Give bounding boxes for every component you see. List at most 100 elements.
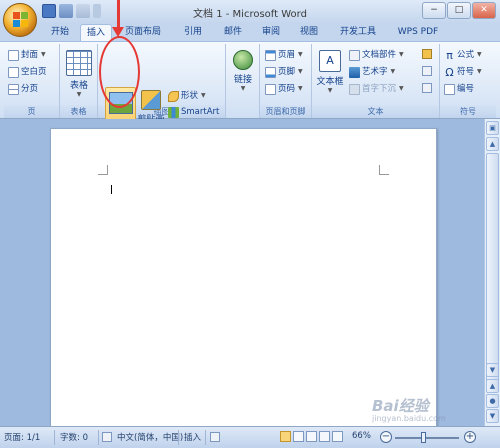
tab-references[interactable]: 引用 [178,24,208,41]
baidu-jingyan-watermark: Bai经验 jingyan.baidu.com [372,397,446,423]
tab-review[interactable]: 审阅 [256,24,286,41]
smartart-icon [168,106,179,118]
cover-page-icon [8,49,19,61]
tab-home[interactable]: 开始 [44,24,76,41]
cover-page-button[interactable]: 封面 ▼ [8,48,46,62]
numbering-icon [444,83,455,95]
wordart-button[interactable]: 艺术字 ▼ [349,65,395,79]
group-text: A 文本框 ▼ 文档部件 ▼ 艺术字 ▼ 首字下沉 ▼ 文本 [312,44,440,118]
picture-icon [109,92,133,114]
group-header-footer: 页眉 ▼ 页脚 ▼ 页码 ▼ 页眉和页脚 [260,44,312,118]
blank-page-icon [8,66,19,78]
scroll-up-button[interactable]: ▲ [486,137,499,151]
office-logo-icon [13,12,29,28]
tab-developer[interactable]: 开发工具 [333,24,383,41]
symbol-button[interactable]: Ω 符号 ▼ [444,65,481,79]
document-area [0,119,484,428]
equation-button[interactable]: π 公式 ▼ [444,48,481,62]
outline-view-icon[interactable] [319,431,330,442]
annotation-arrow-head [112,27,124,37]
web-layout-view-icon[interactable] [306,431,317,442]
next-page-button[interactable]: ▼ [486,409,499,423]
zoom-slider-thumb[interactable] [421,432,426,443]
window-controls: − □ ✕ [422,2,496,19]
numbering-button[interactable]: 编号 [444,82,474,96]
header-button[interactable]: 页眉 ▼ [265,48,303,62]
ribbon-tabs: 开始 插入 页面布局 引用 邮件 审阅 视图 开发工具 WPS PDF ? [0,23,500,62]
quick-parts-button[interactable]: 文档部件 ▼ [349,48,404,62]
page-number-icon [265,83,276,95]
minimize-button[interactable]: − [422,2,446,19]
group-label-header-footer: 页眉和页脚 [260,105,311,118]
textbox-icon: A [319,50,341,72]
margin-corner-top-right [379,165,389,175]
wordart-icon [349,66,360,78]
tab-mailings[interactable]: 邮件 [218,24,248,41]
group-label-text: 文本 [312,105,439,118]
margin-corner-top-left [98,165,108,175]
insert-mode[interactable]: 插入 [184,431,201,443]
date-time-icon[interactable] [422,66,432,76]
pi-icon: π [446,48,453,62]
group-pages: 封面 ▼ 空白页 分页 页 [4,44,60,118]
zoom-slider-track[interactable] [395,437,459,439]
text-cursor [111,185,112,194]
scroll-thumb[interactable] [486,153,499,388]
header-icon [265,49,276,61]
page-break-button[interactable]: 分页 [8,82,38,96]
annotation-arrow [117,0,120,30]
previous-page-button[interactable]: ▲ [486,379,499,393]
proofing-icon[interactable] [102,432,112,442]
word-count[interactable]: 字数: 0 [60,431,88,443]
omega-icon: Ω [445,65,454,79]
ribbon: 封面▼ 空白页 分页 页 表格 ▼ 表格 插图 图片 剪贴画 形状▼ [0,41,500,137]
zoom-in-button[interactable]: + [464,431,476,443]
full-screen-reading-view-icon[interactable] [293,431,304,442]
language-indicator[interactable]: 中文(简体，中国) [117,431,183,443]
title-bar: 文档 1 - Microsoft Word − □ ✕ [0,0,500,23]
dropcap-icon [349,83,360,95]
footer-icon [265,66,276,78]
group-tables: 表格 ▼ 表格 [60,44,98,118]
quick-parts-icon [349,49,360,61]
zoom-out-button[interactable]: − [380,431,392,443]
signature-line-icon[interactable] [422,49,432,59]
zoom-level[interactable]: 66% [352,431,371,441]
ruler-toggle-icon[interactable]: ▣ [486,121,499,135]
shapes-icon [168,90,179,102]
draft-view-icon[interactable] [332,431,343,442]
page-break-icon [8,83,19,95]
maximize-button[interactable]: □ [447,2,471,19]
scroll-down-button[interactable]: ▼ [486,363,499,377]
select-browse-object-button[interactable]: ● [486,394,499,408]
tab-wps-pdf[interactable]: WPS PDF [392,24,444,41]
object-icon[interactable] [422,83,432,93]
close-button[interactable]: ✕ [472,2,496,19]
dropcap-button[interactable]: 首字下沉 ▼ [349,82,404,96]
status-bar: 页面: 1/1 字数: 0 中文(简体，中国) 插入 66% − + [0,426,500,448]
blank-page-button[interactable]: 空白页 [8,65,47,79]
group-label-tables: 表格 [60,105,97,118]
table-icon [66,50,92,76]
group-label-symbols: 符号 [440,105,496,118]
page-count[interactable]: 页面: 1/1 [4,431,40,443]
office-button[interactable] [3,3,37,37]
table-button[interactable]: 表格 ▼ [64,50,94,99]
shapes-button[interactable]: 形状 ▼ [168,89,206,103]
tab-page-layout[interactable]: 页面布局 [118,24,168,41]
macro-record-icon[interactable] [210,432,220,442]
globe-link-icon [233,50,253,70]
tab-insert[interactable]: 插入 [80,24,112,41]
clipart-icon [141,90,161,110]
page-number-button[interactable]: 页码 ▼ [265,82,303,96]
textbox-button[interactable]: A 文本框 ▼ [315,50,345,95]
footer-button[interactable]: 页脚 ▼ [265,65,303,79]
vertical-scrollbar[interactable]: ▣ ▲ ▼ ▲ ● ▼ [484,119,500,426]
document-page[interactable] [50,128,437,428]
smartart-button[interactable]: SmartArt [168,105,219,119]
links-button[interactable]: 链接 ▼ [228,50,258,93]
print-layout-view-icon[interactable] [280,431,291,442]
group-label-pages: 页 [4,105,59,118]
tab-view[interactable]: 视图 [294,24,324,41]
group-links: 链接 ▼ [226,44,260,118]
